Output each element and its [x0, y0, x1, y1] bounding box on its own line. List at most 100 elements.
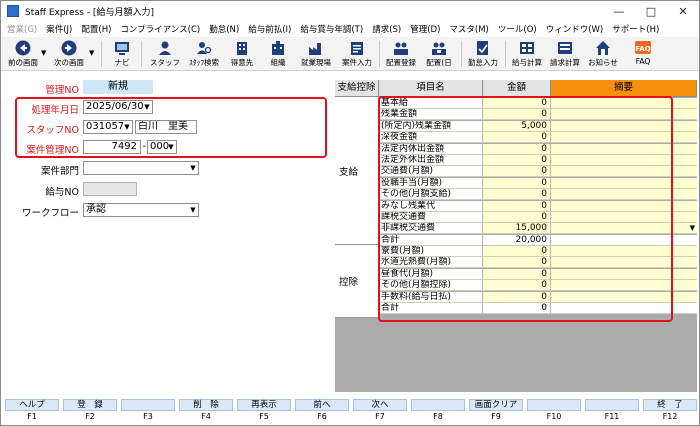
menu-item[interactable]: 勤怠(N)	[209, 23, 239, 35]
fkey-button[interactable]	[121, 399, 175, 411]
menu-item[interactable]: サポート(H)	[612, 23, 659, 35]
window-title: Staff Express - [給与月額入力]	[25, 7, 154, 18]
person-search-icon	[196, 40, 212, 56]
fkey-f9[interactable]: 画面クリア F9	[469, 399, 523, 423]
fkey-f10[interactable]: F10	[527, 399, 581, 423]
back-arrow-icon	[15, 40, 31, 56]
case-input-button[interactable]: 案件入力	[339, 38, 375, 70]
date-combo[interactable]: 2025/06/30 ▼	[83, 100, 153, 114]
notice-button[interactable]: お知らせ	[585, 38, 621, 70]
fkey-f8[interactable]: F8	[411, 399, 465, 423]
case-no-field[interactable]: 7492	[83, 140, 141, 154]
workflow-combo[interactable]: 承認 ▼	[83, 203, 199, 217]
menu-item[interactable]: ツール(O)	[498, 23, 537, 35]
next-screen-button[interactable]: 次の画面	[51, 38, 87, 70]
title-bar: Staff Express - [給与月額入力] — □ ✕	[1, 1, 699, 21]
forward-arrow-icon	[61, 40, 77, 56]
menu-item[interactable]: ウィンドウ(W)	[546, 23, 604, 35]
chevron-down-icon[interactable]: ▼	[188, 204, 198, 216]
assign-day-button[interactable]: 配置(日	[421, 38, 457, 70]
chevron-down-icon[interactable]: ▼	[142, 101, 152, 113]
fkey-button[interactable]: 再表示	[237, 399, 291, 411]
prev-screen-button[interactable]: 前の画面	[5, 38, 41, 70]
kanri-value: 新規	[83, 80, 153, 94]
fkey-key-label: F1	[27, 412, 37, 421]
fkey-button[interactable]: ヘルプ	[5, 399, 59, 411]
menu-item[interactable]: 給与賞与年調(T)	[300, 23, 363, 35]
close-button[interactable]: ✕	[667, 1, 699, 21]
factory-icon	[308, 40, 324, 56]
site-button[interactable]: 就業現場	[297, 38, 335, 70]
staff-no-combo[interactable]: 031057 ▼	[83, 120, 133, 134]
fkey-f7[interactable]: 次へ F7	[353, 399, 407, 423]
chevron-down-icon[interactable]: ▼	[122, 121, 132, 133]
fkey-key-label: F12	[662, 412, 678, 421]
staff-name-field[interactable]: 白川 里美	[135, 120, 197, 134]
attendance-button[interactable]: 勤怠入力	[465, 38, 501, 70]
fkey-f12[interactable]: 終 了 F12	[643, 399, 697, 423]
org-building-icon	[270, 40, 286, 56]
minimize-button[interactable]: —	[603, 1, 635, 21]
fkey-button[interactable]	[411, 399, 465, 411]
menu-item[interactable]: 請求(S)	[372, 23, 401, 35]
toolbar-separator	[461, 41, 462, 67]
menu-item[interactable]: 給与前払(I)	[248, 23, 291, 35]
toolbar-separator	[141, 41, 142, 67]
fkey-key-label: F11	[604, 412, 620, 421]
client-button[interactable]: 得意先	[225, 38, 259, 70]
fkey-f3[interactable]: F3	[121, 399, 175, 423]
fkey-key-label: F7	[375, 412, 385, 421]
fkey-key-label: F6	[317, 412, 327, 421]
function-key-bar: ヘルプ F1 登 録 F2 F3 削 除 F4 再表示 F5 前へ F6 次へ F7 F8 画面クリア F9 F…	[1, 397, 699, 425]
staff-button[interactable]: スタッフ	[147, 38, 183, 70]
menu-item[interactable]: 営業(G)	[7, 23, 37, 35]
fkey-button[interactable]	[527, 399, 581, 411]
fkey-f4[interactable]: 削 除 F4	[179, 399, 233, 423]
assign-calendar-icon	[431, 40, 447, 56]
org-button[interactable]: 組織	[263, 38, 293, 70]
menu-item[interactable]: 配置(H)	[81, 23, 111, 35]
navi-button[interactable]: ナビ	[107, 38, 137, 70]
assign-icon	[393, 40, 409, 56]
menu-item[interactable]: コンプライアンス(C)	[120, 23, 200, 35]
fkey-key-label: F9	[491, 412, 501, 421]
group-shikyu: 支給	[335, 97, 379, 245]
fkey-f11[interactable]: F11	[585, 399, 639, 423]
next-dropdown-icon[interactable]: ▼	[89, 49, 94, 57]
menu-item[interactable]: マスタ(M)	[449, 23, 488, 35]
billing-calc-button[interactable]: 請求計算	[547, 38, 583, 70]
assign-button[interactable]: 配置登録	[383, 38, 419, 70]
maximize-button[interactable]: □	[635, 1, 667, 21]
fkey-button[interactable]	[585, 399, 639, 411]
prev-dropdown-icon[interactable]: ▼	[41, 49, 46, 57]
faq-button[interactable]: FAQ FAQ	[625, 38, 661, 70]
fkey-f1[interactable]: ヘルプ F1	[5, 399, 59, 423]
fkey-button[interactable]: 削 除	[179, 399, 233, 411]
fkey-f2[interactable]: 登 録 F2	[63, 399, 117, 423]
menu-item[interactable]: 管理(D)	[410, 23, 440, 35]
fkey-button[interactable]: 画面クリア	[469, 399, 523, 411]
workflow-label: ワークフロー	[21, 208, 79, 219]
fkey-key-label: F10	[546, 412, 562, 421]
toolbar-separator	[379, 41, 380, 67]
navi-icon	[114, 40, 130, 56]
dept-combo[interactable]: ▼	[83, 161, 199, 175]
chevron-down-icon[interactable]: ▼	[166, 141, 176, 153]
fkey-button[interactable]: 終 了	[643, 399, 697, 411]
faq-icon: FAQ	[635, 40, 651, 56]
fkey-button[interactable]: 次へ	[353, 399, 407, 411]
staff-search-button[interactable]: ｽﾀｯﾌ検索	[185, 38, 223, 70]
payroll-calc-button[interactable]: 給与計算	[509, 38, 545, 70]
fkey-f5[interactable]: 再表示 F5	[237, 399, 291, 423]
chevron-down-icon[interactable]: ▼	[188, 162, 198, 174]
menu-bar: 営業(G) 案件(J) 配置(H) コンプライアンス(C) 勤怠(N) 給与前払(I) 給与…	[1, 21, 699, 37]
fkey-button[interactable]: 前へ	[295, 399, 349, 411]
date-label: 処理年月日	[31, 105, 79, 116]
fkey-button[interactable]: 登 録	[63, 399, 117, 411]
case-sub-combo[interactable]: 000 ▼	[147, 140, 177, 154]
chevron-down-icon[interactable]: ▼	[690, 223, 695, 233]
form-area: 管理NO 新規 処理年月日 2025/06/30 ▼ スタッフNO 031057 ▼…	[1, 77, 699, 395]
fkey-f6[interactable]: 前へ F6	[295, 399, 349, 423]
menu-item[interactable]: 案件(J)	[46, 23, 72, 35]
toolbar-separator	[101, 41, 102, 67]
